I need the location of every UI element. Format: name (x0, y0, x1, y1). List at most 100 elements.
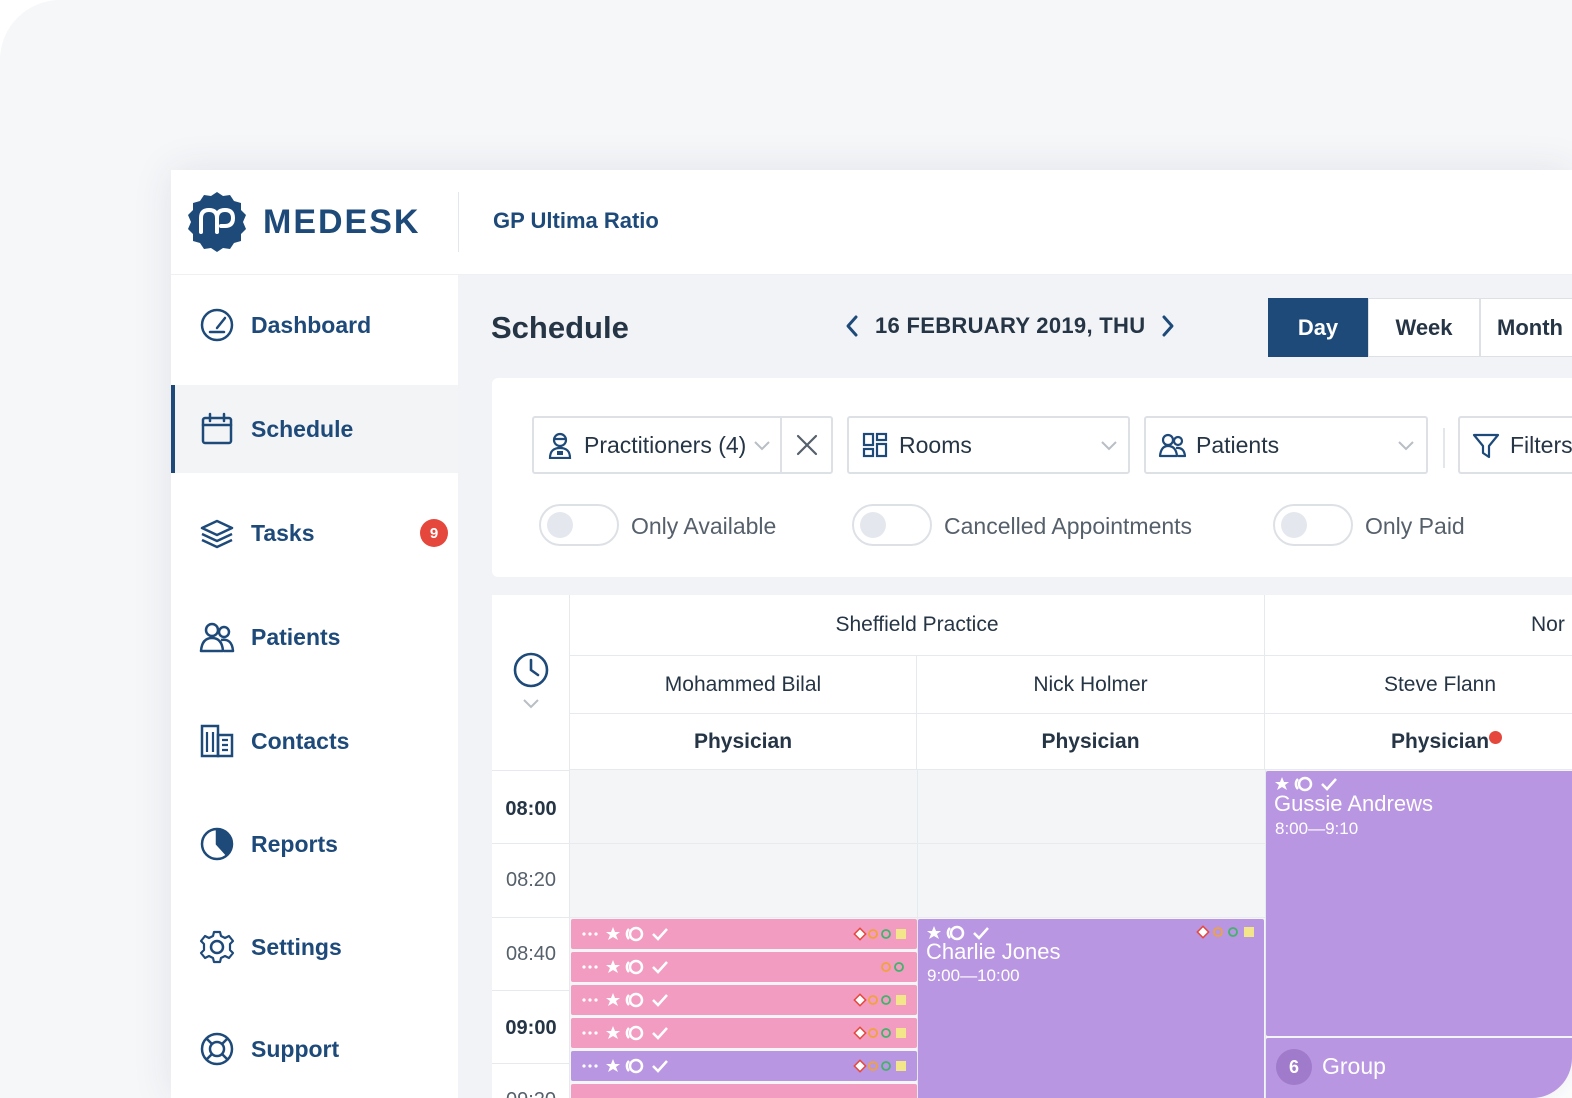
role-header: Physician (917, 714, 1265, 770)
sidebar-item-tasks[interactable]: Tasks 9 (171, 489, 458, 577)
appointment-card[interactable]: Charlie Jones 9:00—10:00 (918, 919, 1264, 1098)
time-label: 08:20 (505, 869, 557, 891)
view-toggle: Day Week Month (1268, 298, 1572, 357)
appointment-item[interactable] (571, 985, 917, 1015)
appointment-item[interactable] (571, 919, 917, 949)
filters-button[interactable]: Filters (1458, 416, 1572, 474)
clock-icon[interactable] (512, 651, 550, 689)
clear-practitioners-button[interactable] (780, 418, 832, 472)
group-label: Group (1322, 1053, 1386, 1079)
dashboard-gauge-icon (200, 308, 234, 342)
rooms-select[interactable]: Rooms (847, 416, 1130, 474)
patients-select[interactable]: Patients (1144, 416, 1428, 474)
role-header: Physician (570, 714, 917, 770)
time-divider (492, 770, 570, 771)
time-label: 08:00 (505, 798, 557, 820)
role-header: Physician (1265, 714, 1572, 770)
chevron-left-icon[interactable] (841, 313, 863, 339)
filters-label: Filters (1510, 431, 1572, 458)
date-navigator: 16 FEBRUARY 2019, THU (841, 313, 1179, 339)
top-header: MEDESK GP Ultima Ratio (171, 170, 1572, 275)
medesk-logo-icon (188, 192, 246, 252)
chevron-right-icon[interactable] (1157, 313, 1179, 339)
practitioner-icon (548, 432, 572, 459)
header-divider (458, 192, 459, 252)
appointment-time: 9:00—10:00 (927, 966, 1020, 985)
location-header: Sheffield Practice (570, 595, 1265, 656)
location-header: Nor (1265, 595, 1572, 656)
sidebar-item-schedule[interactable]: Schedule (171, 385, 458, 473)
main-content: Schedule 16 FEBRUARY 2019, THU Day Week … (458, 275, 1572, 1098)
sidebar: Dashboard Schedule Tasks 9 Patients Cont… (171, 275, 458, 1098)
appointment-status-icons (582, 992, 668, 1008)
schedule-calendar: 08:00 08:20 08:40 09:00 09:20 Sheffield … (492, 595, 1572, 1098)
sidebar-item-settings[interactable]: Settings (171, 903, 458, 991)
lifebuoy-icon (200, 1032, 234, 1066)
buildings-icon (200, 724, 234, 758)
rooms-label: Rooms (899, 431, 972, 458)
appointment-item[interactable] (571, 1084, 917, 1098)
appointment-status-icons (582, 926, 668, 942)
view-day-button[interactable]: Day (1268, 298, 1368, 357)
appointment-tag-icons (853, 1059, 906, 1073)
time-label: 08:40 (505, 943, 557, 965)
chevron-down-icon[interactable] (522, 697, 540, 709)
appointment-patient: Charlie Jones (926, 939, 1061, 964)
appointment-tag-icons (853, 927, 906, 941)
practitioner-header[interactable]: Mohammed Bilal (570, 656, 917, 714)
time-label: 09:20 (492, 1089, 570, 1098)
sidebar-item-contacts[interactable]: Contacts (171, 697, 458, 785)
view-week-button[interactable]: Week (1368, 298, 1480, 357)
practitioner-header[interactable]: Nick Holmer (917, 656, 1265, 714)
appointment-status-icons (582, 1058, 668, 1074)
group-count-badge: 6 (1276, 1049, 1312, 1085)
time-divider (492, 990, 570, 991)
alert-dot (1489, 731, 1502, 744)
only-available-label: Only Available (631, 513, 777, 539)
practitioners-label: Practitioners (4) (584, 431, 747, 458)
sidebar-item-patients[interactable]: Patients (171, 593, 458, 681)
practitioner-header[interactable]: Steve Flann (1265, 656, 1572, 714)
sidebar-item-reports[interactable]: Reports (171, 800, 458, 888)
only-paid-label: Only Paid (1365, 513, 1465, 539)
sidebar-item-label: Contacts (251, 727, 350, 754)
practitioners-select[interactable]: Practitioners (4) (532, 416, 833, 474)
pie-chart-icon (200, 827, 234, 861)
view-month-button[interactable]: Month (1480, 298, 1572, 357)
current-date[interactable]: 16 FEBRUARY 2019, THU (875, 313, 1145, 339)
gear-icon (199, 930, 235, 964)
appointment-card[interactable]: Gussie Andrews 8:00—9:10 (1266, 771, 1572, 1036)
sidebar-item-dashboard[interactable]: Dashboard (171, 281, 458, 369)
chevron-down-icon (754, 441, 770, 451)
cancelled-appointments-label: Cancelled Appointments (944, 513, 1193, 539)
sidebar-item-support[interactable]: Support (171, 1005, 458, 1093)
appointment-item[interactable] (571, 1051, 917, 1081)
only-available-toggle[interactable] (539, 504, 619, 546)
only-paid-toggle[interactable] (1273, 504, 1353, 546)
appointment-time: 8:00—9:10 (1275, 819, 1359, 838)
patients-label: Patients (1196, 431, 1280, 458)
chevron-down-icon (1398, 441, 1414, 451)
close-icon (796, 434, 818, 456)
layers-icon (200, 519, 234, 549)
sidebar-item-label: Patients (251, 623, 341, 650)
location-header-label: Nor (1531, 613, 1565, 636)
cancelled-appointments-toggle[interactable] (852, 504, 932, 546)
clinic-name[interactable]: GP Ultima Ratio (493, 208, 659, 234)
filter-panel: Practitioners (4) Rooms Patients Filters… (492, 378, 1572, 577)
group-appointment-card[interactable]: 6 Group (1266, 1038, 1572, 1098)
time-divider (492, 917, 570, 918)
toggle-knob (547, 512, 573, 538)
rooms-grid-icon (862, 432, 888, 458)
sidebar-item-label: Dashboard (251, 311, 372, 338)
brand-name: MEDESK (263, 202, 421, 241)
logo[interactable]: MEDESK (185, 190, 420, 254)
time-column: 08:00 08:20 08:40 09:00 09:20 (492, 595, 570, 1098)
sidebar-item-label: Schedule (251, 415, 354, 442)
appointment-item[interactable] (571, 952, 917, 982)
appointment-item[interactable] (571, 1018, 917, 1048)
app-window: MEDESK GP Ultima Ratio Dashboard Schedul… (171, 170, 1572, 1098)
filter-separator (1443, 428, 1445, 468)
toggle-knob (860, 512, 886, 538)
page-title: Schedule (491, 310, 629, 345)
